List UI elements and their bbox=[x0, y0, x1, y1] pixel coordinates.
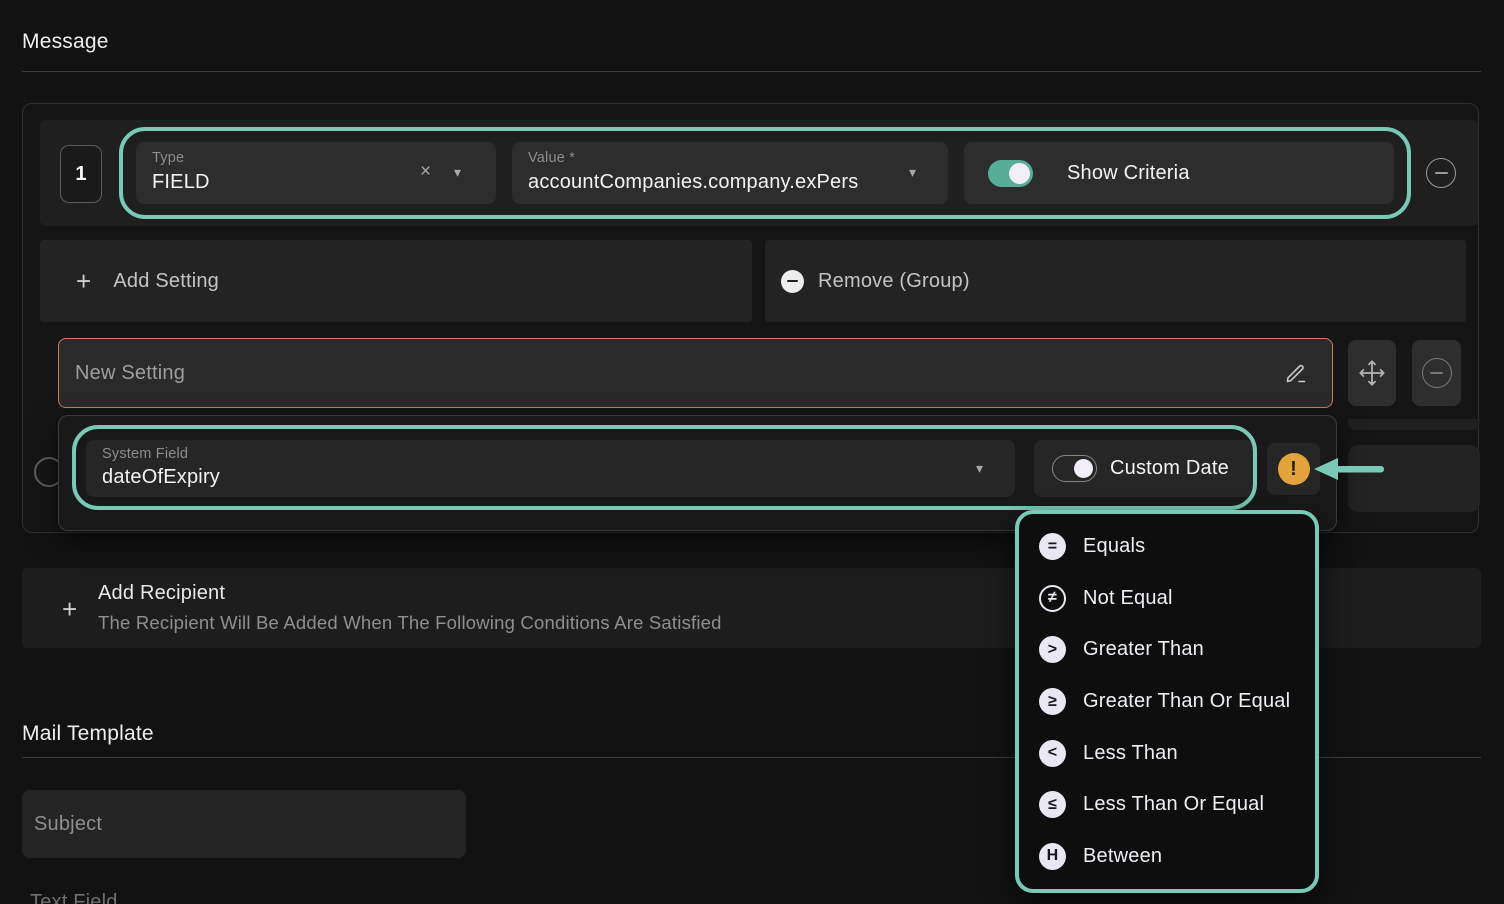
system-field-dropdown[interactable]: System Field dateOfExpiry ▾ bbox=[86, 440, 1015, 497]
condition-index-badge: 1 bbox=[60, 145, 102, 203]
chevron-down-icon[interactable]: ▾ bbox=[909, 164, 916, 181]
add-recipient-subtitle: The Recipient Will Be Added When The Fol… bbox=[98, 612, 722, 634]
new-setting-field[interactable] bbox=[58, 338, 1333, 408]
divider bbox=[22, 71, 1481, 72]
minus-circle-icon bbox=[1422, 358, 1452, 388]
minus-circle-icon bbox=[781, 270, 804, 293]
greater-than-icon: > bbox=[1039, 636, 1066, 663]
workflow-editor: Message 1 Type FIELD × ▾ Value * account… bbox=[0, 0, 1504, 904]
annotation-arrow-icon bbox=[1312, 455, 1386, 483]
menu-item-between[interactable]: H Between bbox=[1039, 831, 1315, 881]
toggle-thumb bbox=[1009, 163, 1030, 184]
menu-item-label: Equals bbox=[1083, 535, 1145, 558]
menu-item-label: Less Than bbox=[1083, 742, 1178, 765]
menu-item-less-than-or-equal[interactable]: ≤ Less Than Or Equal bbox=[1039, 780, 1315, 830]
toggle-thumb bbox=[1074, 459, 1093, 478]
less-than-or-equal-icon: ≤ bbox=[1039, 791, 1066, 818]
menu-item-not-equal[interactable]: ≠ Not Equal bbox=[1039, 573, 1315, 623]
add-setting-button[interactable]: + Add Setting bbox=[40, 240, 752, 322]
custom-date-control: Custom Date bbox=[1034, 440, 1253, 497]
chevron-down-icon[interactable]: ▾ bbox=[454, 164, 461, 181]
hidden-background-row bbox=[1348, 419, 1480, 430]
menu-item-label: Between bbox=[1083, 845, 1162, 868]
type-value: FIELD bbox=[152, 171, 210, 194]
remove-setting-button[interactable] bbox=[1412, 340, 1461, 406]
plus-icon: + bbox=[76, 268, 91, 294]
menu-item-greater-than-or-equal[interactable]: ≥ Greater Than Or Equal bbox=[1039, 677, 1315, 727]
custom-date-label: Custom Date bbox=[1110, 457, 1229, 480]
subject-input[interactable] bbox=[34, 790, 454, 858]
plus-icon: + bbox=[62, 596, 77, 622]
operator-menu: = Equals ≠ Not Equal > Greater Than ≥ Gr… bbox=[1015, 510, 1319, 893]
equals-icon: = bbox=[1039, 533, 1066, 560]
show-criteria-toggle[interactable] bbox=[988, 160, 1033, 187]
add-setting-label: Add Setting bbox=[113, 270, 219, 293]
less-than-icon: < bbox=[1039, 740, 1066, 767]
move-icon bbox=[1358, 359, 1386, 387]
section-title-mail-template: Mail Template bbox=[22, 722, 154, 746]
between-icon: H bbox=[1039, 843, 1066, 870]
text-field-label: Text Field bbox=[30, 891, 118, 904]
chevron-down-icon[interactable]: ▾ bbox=[976, 460, 983, 477]
system-field-value: dateOfExpiry bbox=[102, 466, 220, 489]
add-recipient-title: Add Recipient bbox=[98, 582, 225, 605]
menu-item-greater-than[interactable]: > Greater Than bbox=[1039, 625, 1315, 675]
menu-item-label: Greater Than Or Equal bbox=[1083, 690, 1290, 713]
minus-icon bbox=[1435, 172, 1448, 174]
custom-date-toggle[interactable] bbox=[1052, 455, 1097, 482]
clear-icon[interactable]: × bbox=[420, 161, 431, 183]
new-setting-input[interactable] bbox=[75, 339, 1275, 407]
greater-than-or-equal-icon: ≥ bbox=[1039, 688, 1066, 715]
menu-item-label: Greater Than bbox=[1083, 638, 1204, 661]
menu-item-label: Not Equal bbox=[1083, 587, 1173, 610]
section-title-message: Message bbox=[22, 30, 109, 54]
warning-icon[interactable]: ! bbox=[1278, 453, 1310, 485]
remove-condition-button[interactable] bbox=[1426, 158, 1456, 188]
menu-item-equals[interactable]: = Equals bbox=[1039, 522, 1315, 572]
show-criteria-control: Show Criteria bbox=[964, 142, 1394, 204]
type-dropdown[interactable]: Type FIELD × ▾ bbox=[136, 142, 496, 204]
move-setting-button[interactable] bbox=[1348, 340, 1396, 406]
value-label: Value * bbox=[528, 150, 575, 166]
edit-pen-icon[interactable] bbox=[1284, 361, 1308, 385]
remove-group-label: Remove (Group) bbox=[818, 270, 970, 293]
remove-group-button[interactable]: Remove (Group) bbox=[765, 240, 1466, 322]
value-value: accountCompanies.company.exPers bbox=[528, 171, 883, 194]
type-label: Type bbox=[152, 150, 184, 166]
menu-item-label: Less Than Or Equal bbox=[1083, 793, 1264, 816]
subject-field[interactable] bbox=[22, 790, 466, 858]
menu-item-less-than[interactable]: < Less Than bbox=[1039, 728, 1315, 778]
value-dropdown[interactable]: Value * accountCompanies.company.exPers … bbox=[512, 142, 948, 204]
not-equal-icon: ≠ bbox=[1039, 585, 1066, 612]
show-criteria-label: Show Criteria bbox=[1067, 162, 1190, 185]
system-field-label: System Field bbox=[102, 446, 188, 462]
